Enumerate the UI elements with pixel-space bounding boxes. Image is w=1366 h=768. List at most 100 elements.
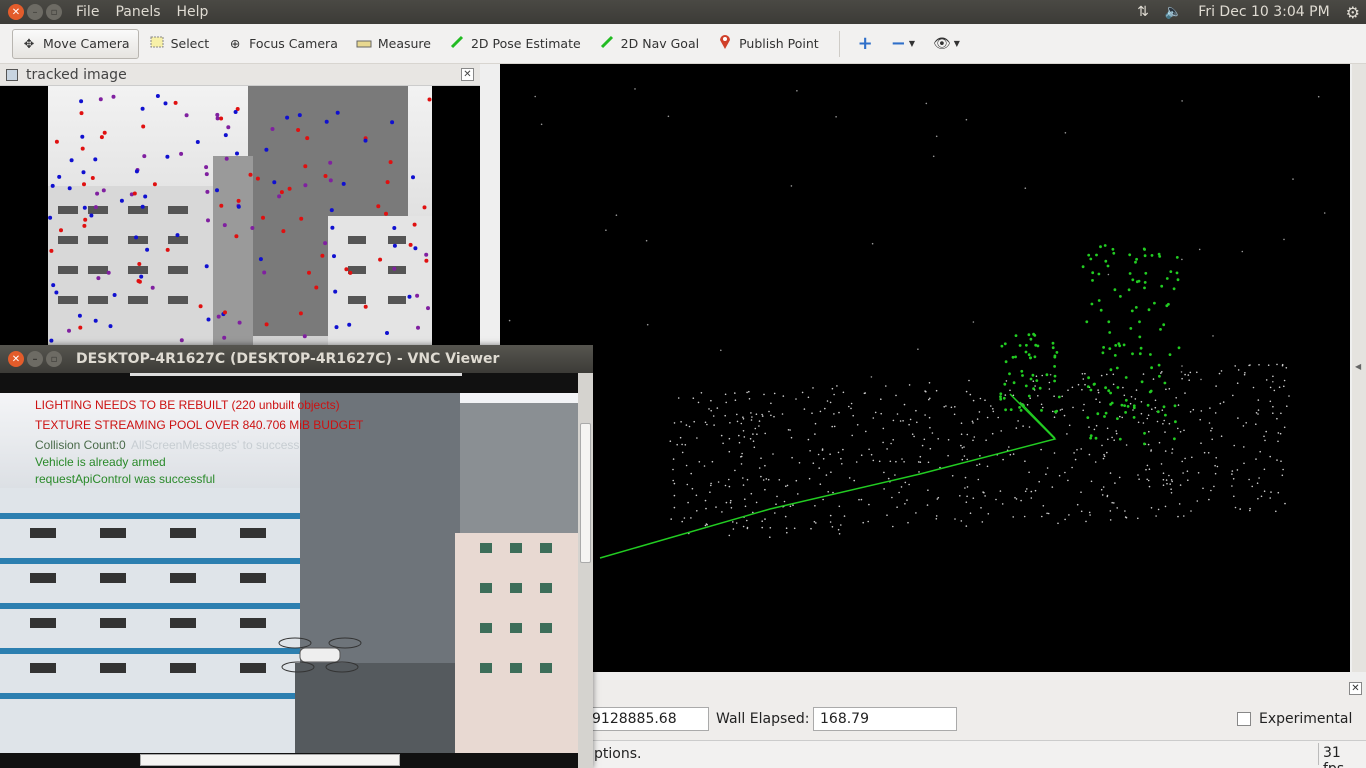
cloud-point <box>1184 392 1186 394</box>
feature-point <box>137 262 142 266</box>
cloud-point <box>1140 412 1143 415</box>
landmark-point <box>1124 398 1128 402</box>
cloud-point <box>972 497 975 500</box>
cloud-point <box>901 458 903 460</box>
cloud-point <box>786 484 789 487</box>
nav-goal-tool[interactable]: 2D Nav Goal <box>591 29 707 59</box>
cloud-point <box>730 499 732 502</box>
vnc-remote-screen[interactable]: LIGHTING NEEDS TO BE REBUILT (220 unbuil… <box>0 373 578 768</box>
cloud-point <box>1107 273 1110 276</box>
maximize-window-icon[interactable]: ▫ <box>46 4 62 20</box>
settings-gear-icon[interactable]: ⚙ <box>1346 3 1360 22</box>
cloud-point <box>1214 412 1217 414</box>
feature-point <box>112 293 117 297</box>
cloud-point <box>1100 374 1103 377</box>
cloud-point <box>1150 507 1153 509</box>
cloud-point <box>1200 378 1202 381</box>
network-icon[interactable]: ⇅ <box>1137 4 1149 20</box>
landmark-point <box>1120 403 1124 407</box>
vnc-vertical-scrollbar[interactable] <box>578 373 593 768</box>
minimize-window-icon[interactable]: – <box>27 4 43 20</box>
cloud-point <box>1048 381 1051 384</box>
cloud-point <box>1243 373 1246 376</box>
render-view-scrollbar[interactable]: ◀ <box>1352 64 1366 672</box>
close-panel-icon[interactable]: ✕ <box>461 68 474 81</box>
select-tool[interactable]: Select <box>141 29 218 59</box>
clock[interactable]: Fri Dec 10 3:04 PM <box>1198 4 1329 20</box>
add-tool-button[interactable]: + <box>850 29 881 59</box>
cloud-point <box>724 414 726 417</box>
cloud-point <box>1015 498 1018 500</box>
landmark-point <box>1162 323 1166 327</box>
cloud-point <box>1147 414 1150 417</box>
cloud-point <box>848 405 850 408</box>
cloud-point <box>1213 485 1215 488</box>
pose-estimate-tool[interactable]: 2D Pose Estimate <box>441 29 589 59</box>
cloud-point <box>986 465 989 468</box>
cloud-point <box>985 439 987 442</box>
render-3d-view[interactable] <box>500 64 1350 672</box>
vnc-horizontal-scrollbar[interactable] <box>140 754 400 766</box>
wall-elapsed-field[interactable]: 168.79 <box>813 707 957 731</box>
volume-icon[interactable]: 🔈 <box>1165 4 1182 20</box>
cloud-point <box>1030 490 1033 493</box>
cloud-point <box>1125 444 1128 446</box>
cloud-point <box>711 460 714 463</box>
ghost-message: AllScreenMessages' to success <box>131 438 300 452</box>
menu-file[interactable]: File <box>76 4 99 20</box>
focus-camera-tool[interactable]: ⊕ Focus Camera <box>219 29 346 59</box>
cloud-point <box>1090 480 1093 483</box>
landmark-point <box>1129 327 1133 330</box>
cloud-point <box>1002 458 1004 461</box>
cloud-point <box>1220 370 1223 372</box>
feature-point <box>226 125 231 130</box>
cloud-point <box>736 413 738 416</box>
cloud-point <box>743 436 746 438</box>
armed-message: Vehicle is already armed <box>35 455 166 469</box>
landmark-point <box>1130 309 1134 313</box>
close-window-icon[interactable]: ✕ <box>8 4 24 20</box>
ros-time-field[interactable]: 9128885.68 <box>585 707 709 731</box>
close-window-icon[interactable]: ✕ <box>8 351 24 367</box>
cloud-point <box>713 424 715 426</box>
experimental-checkbox[interactable] <box>1237 712 1251 726</box>
cloud-point <box>1222 401 1225 403</box>
landmark-point <box>1054 410 1057 414</box>
remove-tool-button[interactable]: − ▼ <box>883 29 923 59</box>
menu-panels[interactable]: Panels <box>115 4 160 20</box>
cloud-point <box>1164 450 1167 452</box>
landmark-point <box>1057 395 1061 399</box>
landmark-point <box>1138 320 1141 324</box>
feature-point <box>102 130 107 135</box>
cloud-point <box>690 472 692 475</box>
feature-point <box>79 99 84 104</box>
landmark-point <box>1164 413 1167 417</box>
view-options-button[interactable]: 👁 ▼ <box>925 29 968 59</box>
close-time-panel-icon[interactable]: ✕ <box>1349 682 1362 695</box>
maximize-window-icon[interactable]: ▫ <box>46 351 62 367</box>
cloud-point <box>1080 510 1083 513</box>
minimize-window-icon[interactable]: – <box>27 351 43 367</box>
publish-point-tool[interactable]: Publish Point <box>709 29 827 59</box>
vnc-scroll-thumb[interactable] <box>580 423 591 563</box>
cloud-point <box>1269 497 1271 499</box>
feature-point <box>93 205 98 210</box>
cloud-point <box>1170 479 1173 481</box>
cloud-point <box>703 465 706 467</box>
focus-camera-icon: ⊕ <box>229 36 241 51</box>
landmark-point <box>1085 320 1089 324</box>
cloud-point <box>964 476 967 479</box>
cloud-point <box>1064 132 1067 134</box>
landmark-point <box>1116 417 1119 420</box>
menu-help[interactable]: Help <box>177 4 209 20</box>
chevron-left-icon[interactable]: ◀ <box>1355 362 1361 371</box>
measure-tool[interactable]: Measure <box>348 29 439 59</box>
cloud-point <box>1177 515 1179 518</box>
feature-point <box>348 270 353 275</box>
landmark-point <box>1114 344 1118 347</box>
cloud-point <box>1284 502 1286 505</box>
landmark-point <box>1099 245 1102 249</box>
move-camera-tool[interactable]: ✥ Move Camera <box>12 28 139 59</box>
cloud-point <box>1053 395 1055 398</box>
cloud-point <box>672 479 674 482</box>
